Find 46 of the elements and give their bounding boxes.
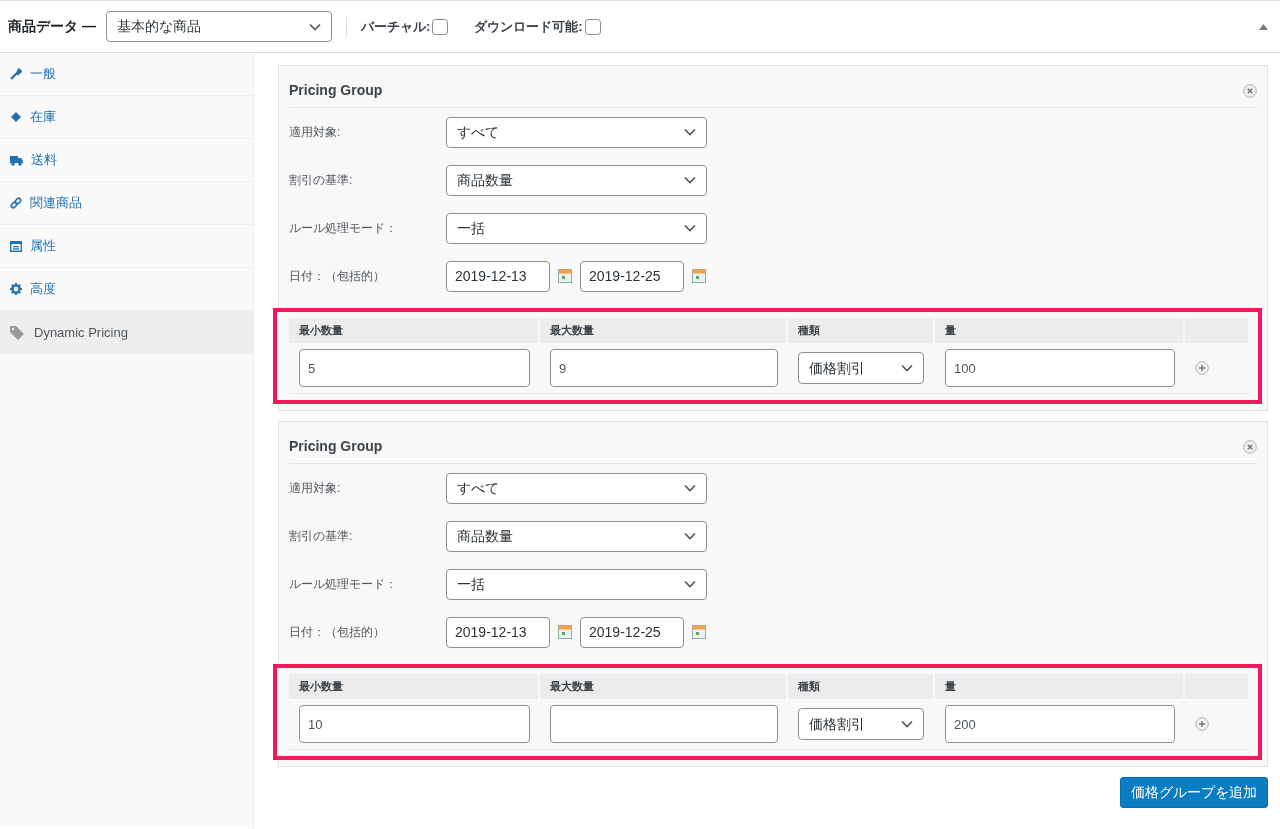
dropdown[interactable]: すべて [446,116,707,148]
date-field[interactable]: 2019-12-13 [446,260,550,292]
group-title: Pricing Group [289,81,383,100]
sidebar-tab[interactable]: 関連商品 [0,182,253,225]
sidebar-tab[interactable]: 在庫 [0,96,253,139]
option-label: バーチャル: [360,17,431,36]
field-label: 日付：（包括的） [289,624,386,641]
column-header: 最大数量 [540,674,788,699]
input-field[interactable]: 9 [550,349,778,387]
date-field[interactable]: 2019-12-25 [580,260,684,292]
section-title: 商品データ — [8,17,96,36]
input-field[interactable]: 5 [299,349,530,387]
column-header: 最小数量 [289,318,540,343]
sidebar-tab[interactable]: Dynamic Pricing [0,311,253,354]
field-label: 割引の基準: [289,172,354,189]
dropdown[interactable]: すべて [446,472,707,504]
field-label: 割引の基準: [289,528,354,545]
product-type-select[interactable]: 基本的な商品 [105,11,332,42]
sidebar-tab[interactable]: 属性 [0,225,253,268]
dropdown[interactable]: 一括 [446,212,707,244]
column-header: 最小数量 [289,674,540,699]
column-header: 種類 [788,318,935,343]
add-group-button[interactable]: 価格グループを追加 [1120,777,1268,808]
dropdown[interactable]: 一括 [446,568,707,600]
dropdown[interactable]: 価格割引 [798,352,924,384]
date-field[interactable]: 2019-12-25 [580,616,684,648]
dropdown[interactable]: 商品数量 [446,164,707,196]
column-header: 種類 [788,674,935,699]
group-title: Pricing Group [289,437,383,456]
date-field[interactable]: 2019-12-13 [446,616,550,648]
sidebar-tab[interactable]: 送料 [0,139,253,182]
column-header: 量 [935,318,1185,343]
column-header: 最大数量 [540,318,788,343]
input-field[interactable]: 200 [945,705,1175,743]
sidebar-tab[interactable]: 一般 [0,53,253,96]
option-label: ダウンロード可能: [474,17,583,36]
input-field[interactable]: 100 [945,349,1175,387]
field-label: ルール処理モード： [289,220,398,237]
field-label: 適用対象: [289,480,342,497]
dropdown[interactable]: 商品数量 [446,520,707,552]
dropdown[interactable]: 価格割引 [798,708,924,740]
field-label: ルール処理モード： [289,576,398,593]
input-field[interactable]: 10 [299,705,530,743]
column-header: 量 [935,674,1185,699]
field-label: 日付：（包括的） [289,268,386,285]
field-label: 適用対象: [289,124,342,141]
